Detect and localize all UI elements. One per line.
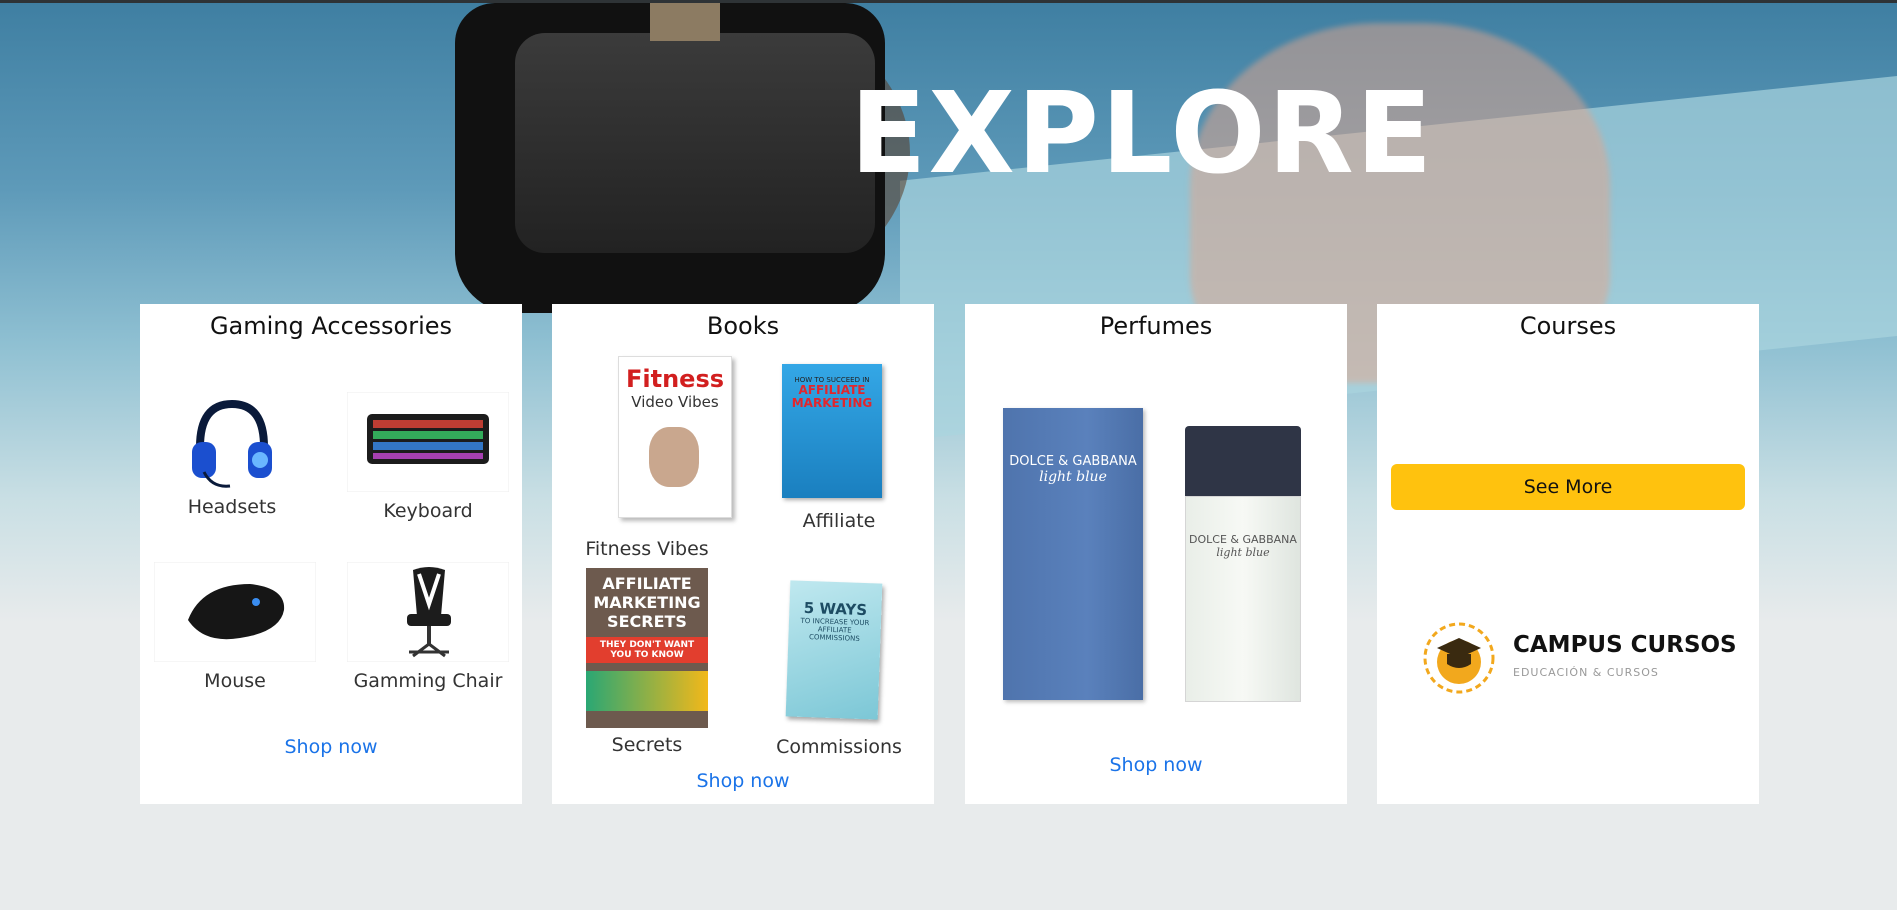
book-label: Commissions — [776, 736, 902, 758]
product-label: Headsets — [187, 496, 277, 518]
book-commissions[interactable]: 5 WAYS TO INCREASE YOUR AFFILIATE COMMIS… — [785, 580, 888, 720]
book-cover-subtitle: Video Vibes — [631, 393, 719, 411]
perfume-brand: DOLCE & GABBANA — [1009, 454, 1137, 469]
logo-name: CAMPUS CURSOS — [1513, 632, 1737, 658]
campus-cursos-logo[interactable]: CAMPUS CURSOS EDUCACIÓN & CURSOS — [1417, 618, 1737, 698]
vr-visor-graphic — [515, 33, 875, 253]
book-cover-handshake — [586, 671, 708, 711]
product-gaming-chair[interactable]: Gamming Chair — [346, 561, 510, 692]
card-title: Perfumes — [1099, 312, 1213, 340]
book-label: Fitness Vibes — [585, 538, 709, 560]
product-label: Gamming Chair — [353, 670, 503, 692]
shop-now-link[interactable]: Shop now — [140, 736, 522, 758]
perfume-box[interactable]: DOLCE & GABBANA light blue — [1003, 408, 1143, 700]
mouse-icon — [153, 561, 317, 663]
graduation-cap-icon — [1423, 622, 1495, 694]
card-title: Gaming Accessories — [209, 312, 453, 340]
product-label: Keyboard — [383, 500, 473, 522]
book-cover-title: AFFILIATE MARKETING — [791, 383, 873, 410]
book-fitness-vibes[interactable]: Fitness Video Vibes — [580, 356, 732, 518]
perfume-name: light blue — [1039, 469, 1107, 485]
keyboard-icon — [346, 391, 510, 493]
logo-tagline: EDUCACIÓN & CURSOS — [1513, 666, 1659, 679]
product-keyboard[interactable]: Keyboard — [346, 391, 510, 522]
card-title: Courses — [1519, 312, 1617, 340]
card-title: Books — [706, 312, 780, 340]
book-label: Affiliate — [802, 510, 876, 532]
vr-strap-graphic — [650, 3, 720, 41]
book-secrets[interactable]: AFFILIATE MARKETING SECRETS THEY DON'T W… — [586, 568, 708, 728]
card-courses: Courses See More CAMPUS CURSOS EDUCACIÓN… — [1377, 304, 1759, 804]
headset-icon — [192, 399, 272, 488]
book-cover-subtitle: TO INCREASE YOUR AFFILIATE COMMISSIONS — [800, 616, 870, 643]
book-cover: HOW TO SUCCEED IN AFFILIATE MARKETING — [782, 364, 882, 498]
product-headsets[interactable]: Headsets — [152, 392, 312, 518]
perfume-bottle-name: light blue — [1216, 546, 1270, 559]
book-cover-title: AFFILIATE MARKETING SECRETS — [593, 574, 701, 631]
perfume-bottle-body: DOLCE & GABBANA light blue — [1185, 496, 1301, 702]
book-cover: Fitness Video Vibes — [618, 356, 732, 518]
see-more-button[interactable]: See More — [1391, 464, 1745, 510]
book-affiliate[interactable]: HOW TO SUCCEED IN AFFILIATE MARKETING — [782, 364, 892, 498]
gaming-chair-icon — [346, 561, 510, 663]
perfume-bottle-brand: DOLCE & GABBANA — [1189, 533, 1297, 546]
perfume-bottle-cap — [1185, 426, 1301, 496]
hero-title: EXPLORE — [850, 69, 1435, 199]
book-cover-subtitle: HOW TO SUCCEED IN — [794, 376, 870, 384]
shop-now-link[interactable]: Shop now — [552, 770, 934, 792]
shop-now-link[interactable]: Shop now — [965, 754, 1347, 776]
book-cover-subtitle: THEY DON'T WANT YOU TO KNOW — [586, 637, 708, 663]
product-mouse[interactable]: Mouse — [153, 561, 317, 692]
card-books: Books Fitness Video Vibes Fitness Vibes … — [552, 304, 934, 804]
book-cover-title: 5 WAYS — [803, 598, 868, 620]
perfume-bottle[interactable]: DOLCE & GABBANA light blue — [1185, 426, 1301, 702]
book-label: Secrets — [611, 734, 683, 756]
product-label: Mouse — [204, 670, 266, 692]
book-cover-figure — [649, 427, 699, 487]
card-gaming-accessories: Gaming Accessories Headsets Keyboard Mou… — [140, 304, 522, 804]
book-cover: 5 WAYS TO INCREASE YOUR AFFILIATE COMMIS… — [785, 580, 883, 720]
card-perfumes: Perfumes DOLCE & GABBANA light blue DOLC… — [965, 304, 1347, 804]
book-cover-title: Fitness — [625, 365, 725, 393]
book-cover: AFFILIATE MARKETING SECRETS THEY DON'T W… — [586, 568, 708, 728]
